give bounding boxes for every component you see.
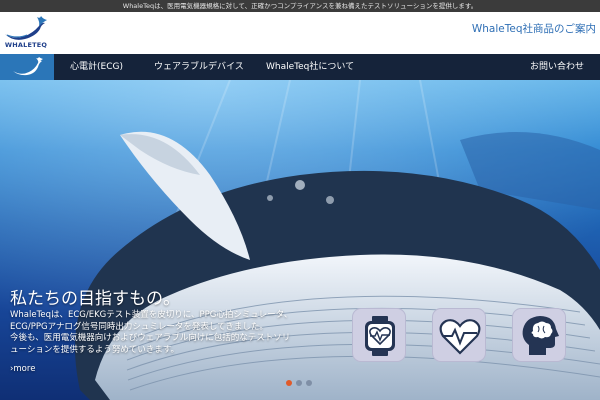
hero-banner: 私たちの目指すもの。 WhaleTeqは、ECG/EKGテスト装置を皮切りに、P… [0,80,600,400]
slide-dot-3[interactable] [306,380,312,386]
main-nav: 心電計(ECG) ウェアラブルデバイス WhaleTeq社について お問い合わせ [0,54,600,80]
slide-dot-2[interactable] [296,380,302,386]
hero-line: 今後も、医用電気機器向けおよびウェアラブル向けに包括的なテストソリ [10,333,291,343]
hero-line: ECG/PPGアナログ信号同時出力シュミレータを発表してきました。 [10,321,268,332]
feature-brain-button[interactable] [512,308,566,362]
slide-dot-1[interactable] [286,380,292,386]
more-link[interactable]: ›more [10,364,35,374]
product-info-link[interactable]: WhaleTeq社商品のご案内 [472,21,596,36]
announcement-text: WhaleTeqは、医用電気機器規格に対して、正確かつコンプライアンスを兼ね備え… [122,2,478,10]
hero-title: 私たちの目指すもの。 [10,289,180,309]
heart-pulse-icon [439,319,481,355]
whale-tail-icon [13,57,43,76]
header: WHALETEQ WhaleTeq社商品のご案内 [0,12,600,54]
hero-line: WhaleTeqは、ECG/EKGテスト装置を皮切りに、PPG心拍シミュレータ、 [10,310,293,320]
nav-item-ecg[interactable]: 心電計(ECG) [70,54,123,80]
logo-text: WHALETEQ [4,41,48,49]
nav-item-wearable[interactable]: ウェアラブルデバイス [154,54,244,80]
feature-wearable-button[interactable] [352,308,406,362]
nav-home-button[interactable] [0,54,54,80]
top-announcement-bar: WhaleTeqは、医用電気機器規格に対して、正確かつコンプライアンスを兼ね備え… [0,0,600,12]
whaleteq-logo[interactable]: WHALETEQ [3,14,47,52]
nav-item-contact[interactable]: お問い合わせ [530,54,584,80]
nav-item-about[interactable]: WhaleTeq社について [266,54,354,80]
hero-line: ューションを提供するよう努めていきます。 [10,344,179,355]
smartwatch-heart-icon [365,316,395,356]
hero-description: WhaleTeqは、ECG/EKGテスト装置を皮切りに、PPG心拍シミュレータ、… [10,310,340,356]
head-brain-icon [522,316,559,355]
feature-heart-button[interactable] [432,308,486,362]
whale-logo-icon [5,16,47,40]
